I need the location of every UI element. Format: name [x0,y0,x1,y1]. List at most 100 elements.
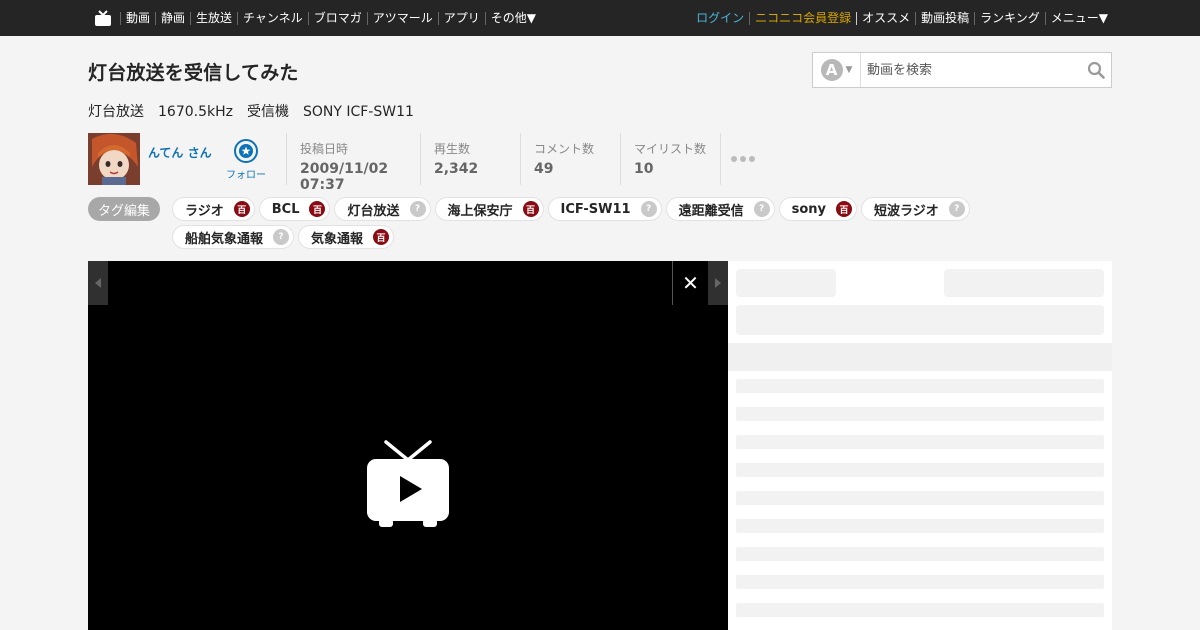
owner-name-link[interactable]: んてん さん [148,144,212,161]
nav-separator [915,11,917,25]
dictionary-icon[interactable]: 百 [373,229,390,245]
tag-item[interactable]: 船舶気象通報? [172,225,295,249]
nav-separator [1044,11,1046,25]
tag-label: 短波ラジオ [873,203,939,219]
meta-comments: コメント数 49 [520,133,620,185]
follow-label: フォロー [226,170,266,181]
comments-label: コメント数 [534,142,595,156]
dictionary-icon[interactable]: 百 [522,201,539,217]
no-dictionary-icon[interactable]: ? [640,201,657,217]
chevron-left-icon [95,278,101,288]
skeleton-row [736,575,1104,589]
nav-atsumaru[interactable]: アツマール [373,11,433,25]
chevron-right-icon [715,278,721,288]
comments-value: 49 [534,161,554,177]
video-player[interactable]: ✕ [88,261,728,630]
tag-label: BCL [271,201,300,217]
tag-label: 気象通報 [311,231,364,247]
chevron-down-icon: ▼ [845,65,853,75]
nav-separator [120,11,121,25]
meta-mylist: マイリスト数 10 [620,133,720,185]
login-link[interactable]: ログイン [696,11,744,25]
prev-video-button[interactable] [88,261,108,305]
mylist-value: 10 [634,161,654,177]
nav-app[interactable]: アプリ [444,11,480,25]
global-nav-right: ログイン ニコニコ会員登録 オススメ 動画投稿 ランキング メニュー▼ [696,0,1108,36]
nav-separator [307,11,309,25]
skeleton-row [736,379,1104,393]
global-nav: 動画 静画 生放送 チャンネル ブロマガ アツマール アプリ その他▼ ログイン… [0,0,1200,36]
next-video-button[interactable] [708,261,728,305]
nav-separator [366,11,368,25]
follow-button[interactable]: フォロー [224,139,268,181]
tag-item[interactable]: sony 百 [778,197,857,221]
tag-item[interactable]: BCL 百 [258,197,331,221]
tag-item[interactable]: 灯台放送? [334,197,431,221]
tag-item[interactable]: 海上保安庁百 [434,197,544,221]
nav-seiga[interactable]: 静画 [161,11,185,25]
search-input[interactable] [861,53,1081,87]
nav-blomaga[interactable]: ブロマガ [314,11,362,25]
register-link[interactable]: ニコニコ会員登録 [755,11,851,25]
dot-icon [749,156,755,162]
skeleton-header [728,343,1112,371]
video-description: 灯台放送 1670.5kHz 受信機 SONY ICF-SW11 [88,104,414,120]
tag-item[interactable]: 気象通報百 [298,225,395,249]
nav-recommend[interactable]: オススメ [862,11,910,25]
skeleton-block [736,269,836,297]
dictionary-icon[interactable]: 百 [309,201,326,217]
dot-icon [740,156,746,162]
close-icon: ✕ [682,271,699,295]
skeleton-row [736,547,1104,561]
tag-item[interactable]: 短波ラジオ? [860,197,970,221]
skeleton-row [736,463,1104,477]
nav-video[interactable]: 動画 [126,11,150,25]
tag-item[interactable]: ラジオ百 [172,197,255,221]
close-player-button[interactable]: ✕ [672,261,708,305]
posted-value: 2009/11/02 07:37 [300,161,389,193]
niconico-tv-icon[interactable] [94,9,112,27]
play-button-tv-icon[interactable] [365,439,451,529]
nav-live[interactable]: 生放送 [196,11,232,25]
comment-panel-loading [728,261,1112,630]
dictionary-icon[interactable]: 百 [835,201,852,217]
tag-label: 灯台放送 [347,203,400,219]
no-dictionary-icon[interactable]: ? [948,201,965,217]
nav-separator [437,11,439,25]
nav-separator [484,11,486,25]
nav-separator [155,11,157,25]
follow-star-icon [234,139,258,163]
search-button[interactable] [1081,53,1111,87]
tag-label: ラジオ [185,203,224,219]
no-dictionary-icon[interactable]: ? [753,201,770,217]
tag-edit-button[interactable]: タグ編集 [88,197,160,221]
nav-menu[interactable]: メニュー▼ [1051,11,1108,25]
nav-separator [856,11,858,25]
nav-ranking[interactable]: ランキング [980,11,1040,25]
nav-separator [749,11,751,25]
nav-other-menu[interactable]: その他▼ [491,11,536,25]
search-type-selector[interactable]: A ▼ [813,53,861,87]
tag-label: 遠距離受信 [678,203,744,219]
tag-item[interactable]: 遠距離受信? [665,197,775,221]
nav-separator [190,11,192,25]
tag-list: ラジオ百 BCL 百 灯台放送? 海上保安庁百 ICF-SW11? 遠距離受信? … [172,197,1072,249]
avatar-image [88,133,140,185]
more-menu-button[interactable] [720,133,755,185]
skeleton-block [736,305,1104,335]
no-dictionary-icon[interactable]: ? [273,229,290,245]
tag-item[interactable]: ICF-SW11? [547,197,662,221]
nav-channel[interactable]: チャンネル [243,11,303,25]
skeleton-row [736,603,1104,617]
no-dictionary-icon[interactable]: ? [409,201,426,217]
nav-upload[interactable]: 動画投稿 [921,11,969,25]
search-type-badge: A [820,59,843,81]
nav-separator [237,11,239,25]
global-nav-left: 動画 静画 生放送 チャンネル ブロマガ アツマール アプリ その他▼ [94,0,536,36]
posted-label: 投稿日時 [300,142,349,156]
search-icon [1087,61,1105,79]
dictionary-icon[interactable]: 百 [233,201,250,217]
owner-avatar[interactable] [88,133,140,185]
skeleton-row [736,435,1104,449]
video-title: 灯台放送を受信してみた [88,62,299,84]
